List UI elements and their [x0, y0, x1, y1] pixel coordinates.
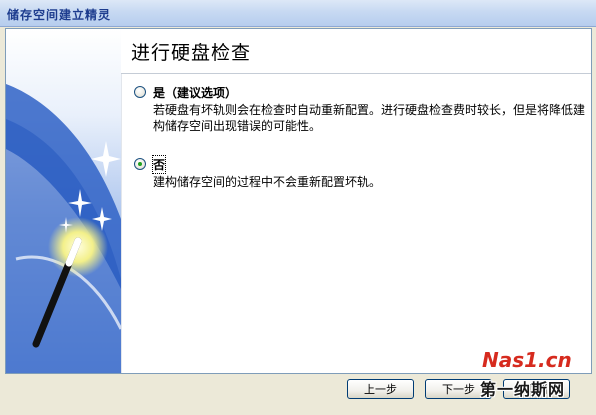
wizard-content: 进行硬盘检查 是（建议选项） 若硬盘有坏轨则会在检查时自动重新配置。进行硬盘检查…: [5, 28, 592, 374]
option-no-description: 建构储存空间的过程中不会重新配置坏轨。: [153, 175, 382, 189]
option-no-label[interactable]: 否: [151, 155, 167, 174]
option-yes-label[interactable]: 是（建议选项）: [153, 84, 237, 101]
page-header: 进行硬盘检查: [121, 29, 591, 74]
watermark-site: Nas1.cn: [482, 348, 572, 372]
window-title: 储存空间建立精灵: [7, 8, 112, 22]
option-yes-description: 若硬盘有坏轨则会在检查时自动重新配置。进行硬盘检查费时较长，但是将降低建构储存空…: [153, 103, 586, 133]
option-yes[interactable]: 是（建议选项） 若硬盘有坏轨则会在检查时自动重新配置。进行硬盘检查费时较长，但是…: [134, 84, 589, 140]
page-title: 进行硬盘检查: [131, 42, 252, 64]
radio-no[interactable]: [134, 158, 146, 170]
options-panel: 是（建议选项） 若硬盘有坏轨则会在检查时自动重新配置。进行硬盘检查费时较长，但是…: [121, 74, 591, 373]
option-no[interactable]: 否 建构储存空间的过程中不会重新配置坏轨。: [134, 155, 589, 196]
watermark: Nas1.cn 第一纳斯网: [480, 348, 590, 410]
magic-wand-icon: [6, 29, 121, 373]
radio-yes[interactable]: [134, 86, 146, 98]
back-button[interactable]: 上一步: [347, 379, 414, 399]
title-bar: 储存空间建立精灵: [0, 0, 596, 27]
watermark-name: 第一纳斯网: [480, 380, 566, 399]
wizard-window: 储存空间建立精灵 进行硬盘检查 是（建议选项） 若硬盘有坏轨则会在检查时自动重新…: [0, 0, 596, 415]
